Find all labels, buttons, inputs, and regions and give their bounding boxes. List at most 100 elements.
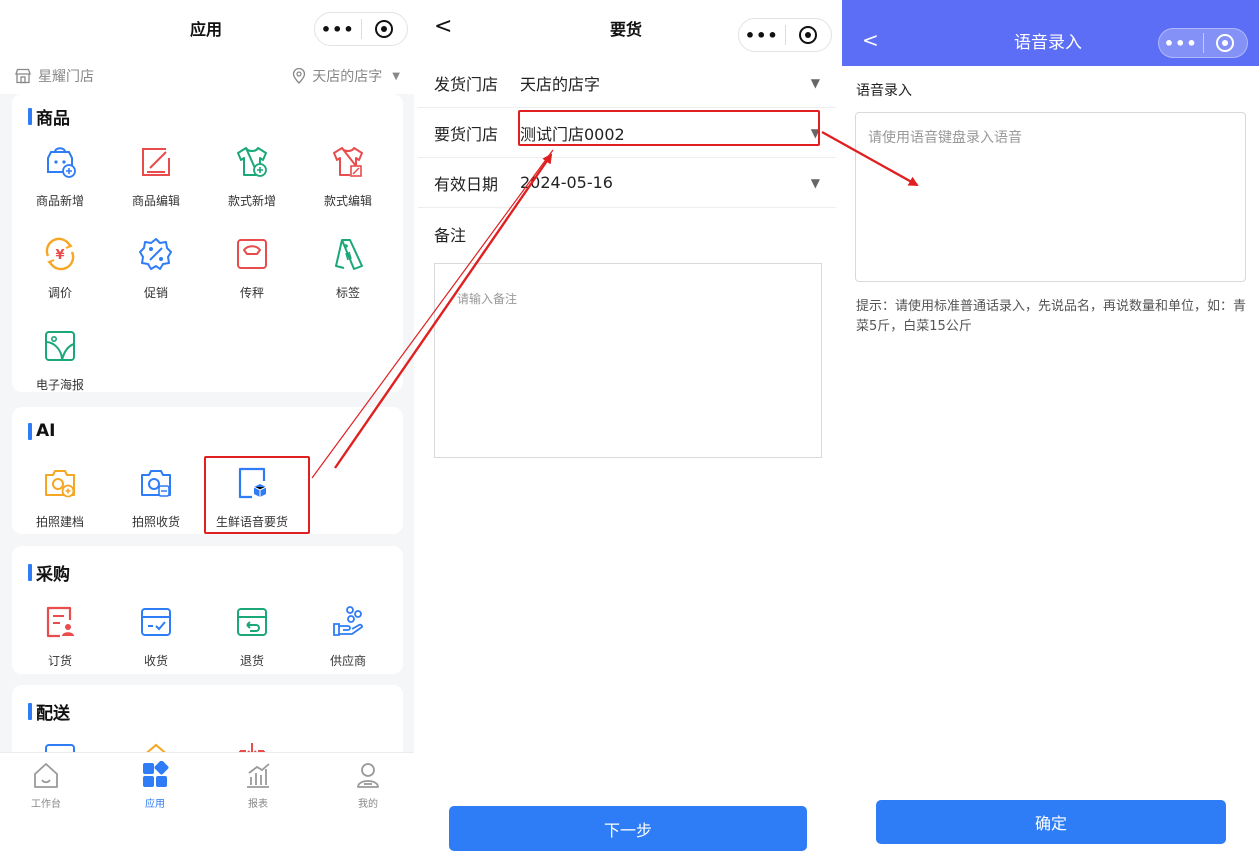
discount-badge-icon: [139, 238, 172, 270]
highlight-fresh-voice-order: [204, 456, 310, 534]
app-label: 促销: [143, 286, 168, 300]
tab-workbench[interactable]: 工作台: [6, 761, 86, 810]
app-supplier[interactable]: 供应商: [300, 604, 396, 669]
store-icon: [15, 68, 31, 84]
app-scale-transfer[interactable]: 传秤: [204, 236, 300, 301]
tab-apps[interactable]: 应用: [115, 760, 195, 810]
goods-section: 商品 商品新增 商品编辑 款式新增 款式编辑 ¥ 调价 促销 传秤 标签 电子海…: [12, 94, 403, 392]
highlight-request-store: [518, 110, 820, 146]
miniprogram-capsule: •••: [314, 12, 408, 46]
more-button[interactable]: •••: [739, 26, 785, 45]
more-button[interactable]: •••: [315, 20, 361, 39]
next-step-button[interactable]: 下一步: [449, 806, 807, 851]
app-receive[interactable]: 收货: [108, 604, 204, 669]
tab-label: 报表: [248, 799, 268, 810]
confirm-button[interactable]: 确定: [876, 800, 1226, 844]
row-label: 有效日期: [434, 174, 499, 194]
row-value: 天店的店字: [520, 74, 601, 94]
app-photo-register[interactable]: 拍照建档: [12, 465, 108, 530]
location-selector[interactable]: 天店的店字 ▼: [292, 66, 400, 86]
order-navbar: < 要货 •••: [418, 0, 836, 58]
app-label: 订货: [47, 654, 72, 668]
tag-icon: [335, 239, 363, 270]
location-pin-icon: [293, 68, 306, 84]
page-title: 应用: [190, 20, 223, 39]
close-button[interactable]: [785, 26, 831, 44]
app-order[interactable]: 订货: [12, 604, 108, 669]
report-chart-icon: [247, 763, 270, 788]
section-title: 商品: [28, 104, 70, 129]
app-label: 电子海报: [35, 378, 84, 392]
close-button[interactable]: [1203, 34, 1247, 52]
dropdown-arrow-icon: ▼: [810, 75, 820, 90]
section-title: 采购: [28, 560, 70, 585]
remark-label: 备注: [434, 226, 467, 245]
voice-textarea[interactable]: 请使用语音键盘录入语音: [855, 112, 1246, 282]
app-photo-receive[interactable]: 拍照收货: [108, 465, 204, 530]
remark-input[interactable]: 请输入备注: [434, 263, 822, 458]
target-icon: [375, 20, 394, 38]
location-name: 天店的店字: [312, 69, 383, 85]
app-label: 供应商: [329, 654, 366, 668]
scale-icon: [237, 239, 267, 269]
user-icon: [357, 763, 379, 788]
return-box-icon: [237, 608, 267, 636]
more-button[interactable]: •••: [1159, 34, 1203, 53]
app-label: 款式编辑: [323, 194, 372, 208]
app-goods-edit[interactable]: 商品编辑: [108, 144, 204, 209]
miniprogram-capsule: •••: [1158, 28, 1248, 58]
app-price-adjust[interactable]: ¥ 调价: [12, 236, 108, 301]
apps-grid-icon: [143, 760, 169, 787]
shirt-edit-icon: [333, 147, 363, 177]
row-label: 要货门店: [434, 124, 499, 144]
goods-add-icon: [47, 147, 76, 178]
app-label: 拍照建档: [35, 515, 84, 529]
section-title: AI: [28, 421, 55, 441]
dropdown-arrow-icon: ▼: [392, 70, 400, 82]
purchase-section: 采购 订货 收货 退货 供应商: [12, 546, 403, 674]
back-button[interactable]: <: [434, 14, 452, 39]
apps-panel: 应用 ••• 星耀门店 天店的店字 ▼ 商品 商品新增 商品编辑 款式新增 款式…: [0, 0, 414, 855]
row-value: 2024-05-16: [520, 173, 613, 192]
voice-label: 语音录入: [856, 83, 912, 99]
receive-box-icon: [141, 608, 171, 636]
tab-label: 我的: [358, 799, 378, 810]
app-e-poster[interactable]: 电子海报: [12, 328, 108, 393]
page-title: 要货: [610, 20, 643, 39]
app-label: 收货: [143, 654, 168, 668]
app-label: 传秤: [239, 286, 264, 300]
tab-reports[interactable]: 报表: [218, 761, 298, 810]
app-return[interactable]: 退货: [204, 604, 300, 669]
bottom-safe-area: [0, 812, 414, 855]
goods-edit-icon: [142, 148, 170, 176]
order-doc-icon: [46, 606, 74, 638]
apps-navbar: 应用 •••: [0, 0, 414, 58]
app-label: 退货: [239, 654, 264, 668]
app-label: 商品编辑: [131, 194, 180, 208]
camera-receive-icon: [141, 470, 171, 497]
app-style-add[interactable]: 款式新增: [204, 144, 300, 209]
app-label: 调价: [47, 286, 72, 300]
store-bar: 星耀门店 天店的店字 ▼: [0, 58, 414, 94]
tab-mine[interactable]: 我的: [328, 761, 408, 810]
app-promotion[interactable]: 促销: [108, 236, 204, 301]
ship-store-row[interactable]: 发货门店 天店的店字 ▼: [418, 58, 836, 108]
close-button[interactable]: [361, 20, 407, 38]
current-store[interactable]: 星耀门店: [14, 66, 94, 86]
miniprogram-capsule: •••: [738, 18, 832, 52]
back-button[interactable]: <: [862, 28, 879, 52]
home-icon: [34, 763, 58, 788]
tab-bar: 工作台 应用 报表 我的: [0, 752, 414, 812]
target-icon: [799, 26, 818, 44]
shirt-add-icon: [237, 147, 267, 177]
tab-label: 应用: [145, 799, 165, 810]
app-label: 商品新增: [35, 194, 84, 208]
app-labels[interactable]: 标签: [300, 236, 396, 301]
valid-date-row[interactable]: 有效日期 2024-05-16 ▼: [418, 158, 836, 208]
app-goods-add[interactable]: 商品新增: [12, 144, 108, 209]
poster-icon: [45, 331, 75, 361]
app-style-edit[interactable]: 款式编辑: [300, 144, 396, 209]
target-icon: [1216, 34, 1235, 52]
voice-navbar: < 语音录入 •••: [842, 0, 1259, 66]
app-label: 标签: [335, 286, 360, 300]
